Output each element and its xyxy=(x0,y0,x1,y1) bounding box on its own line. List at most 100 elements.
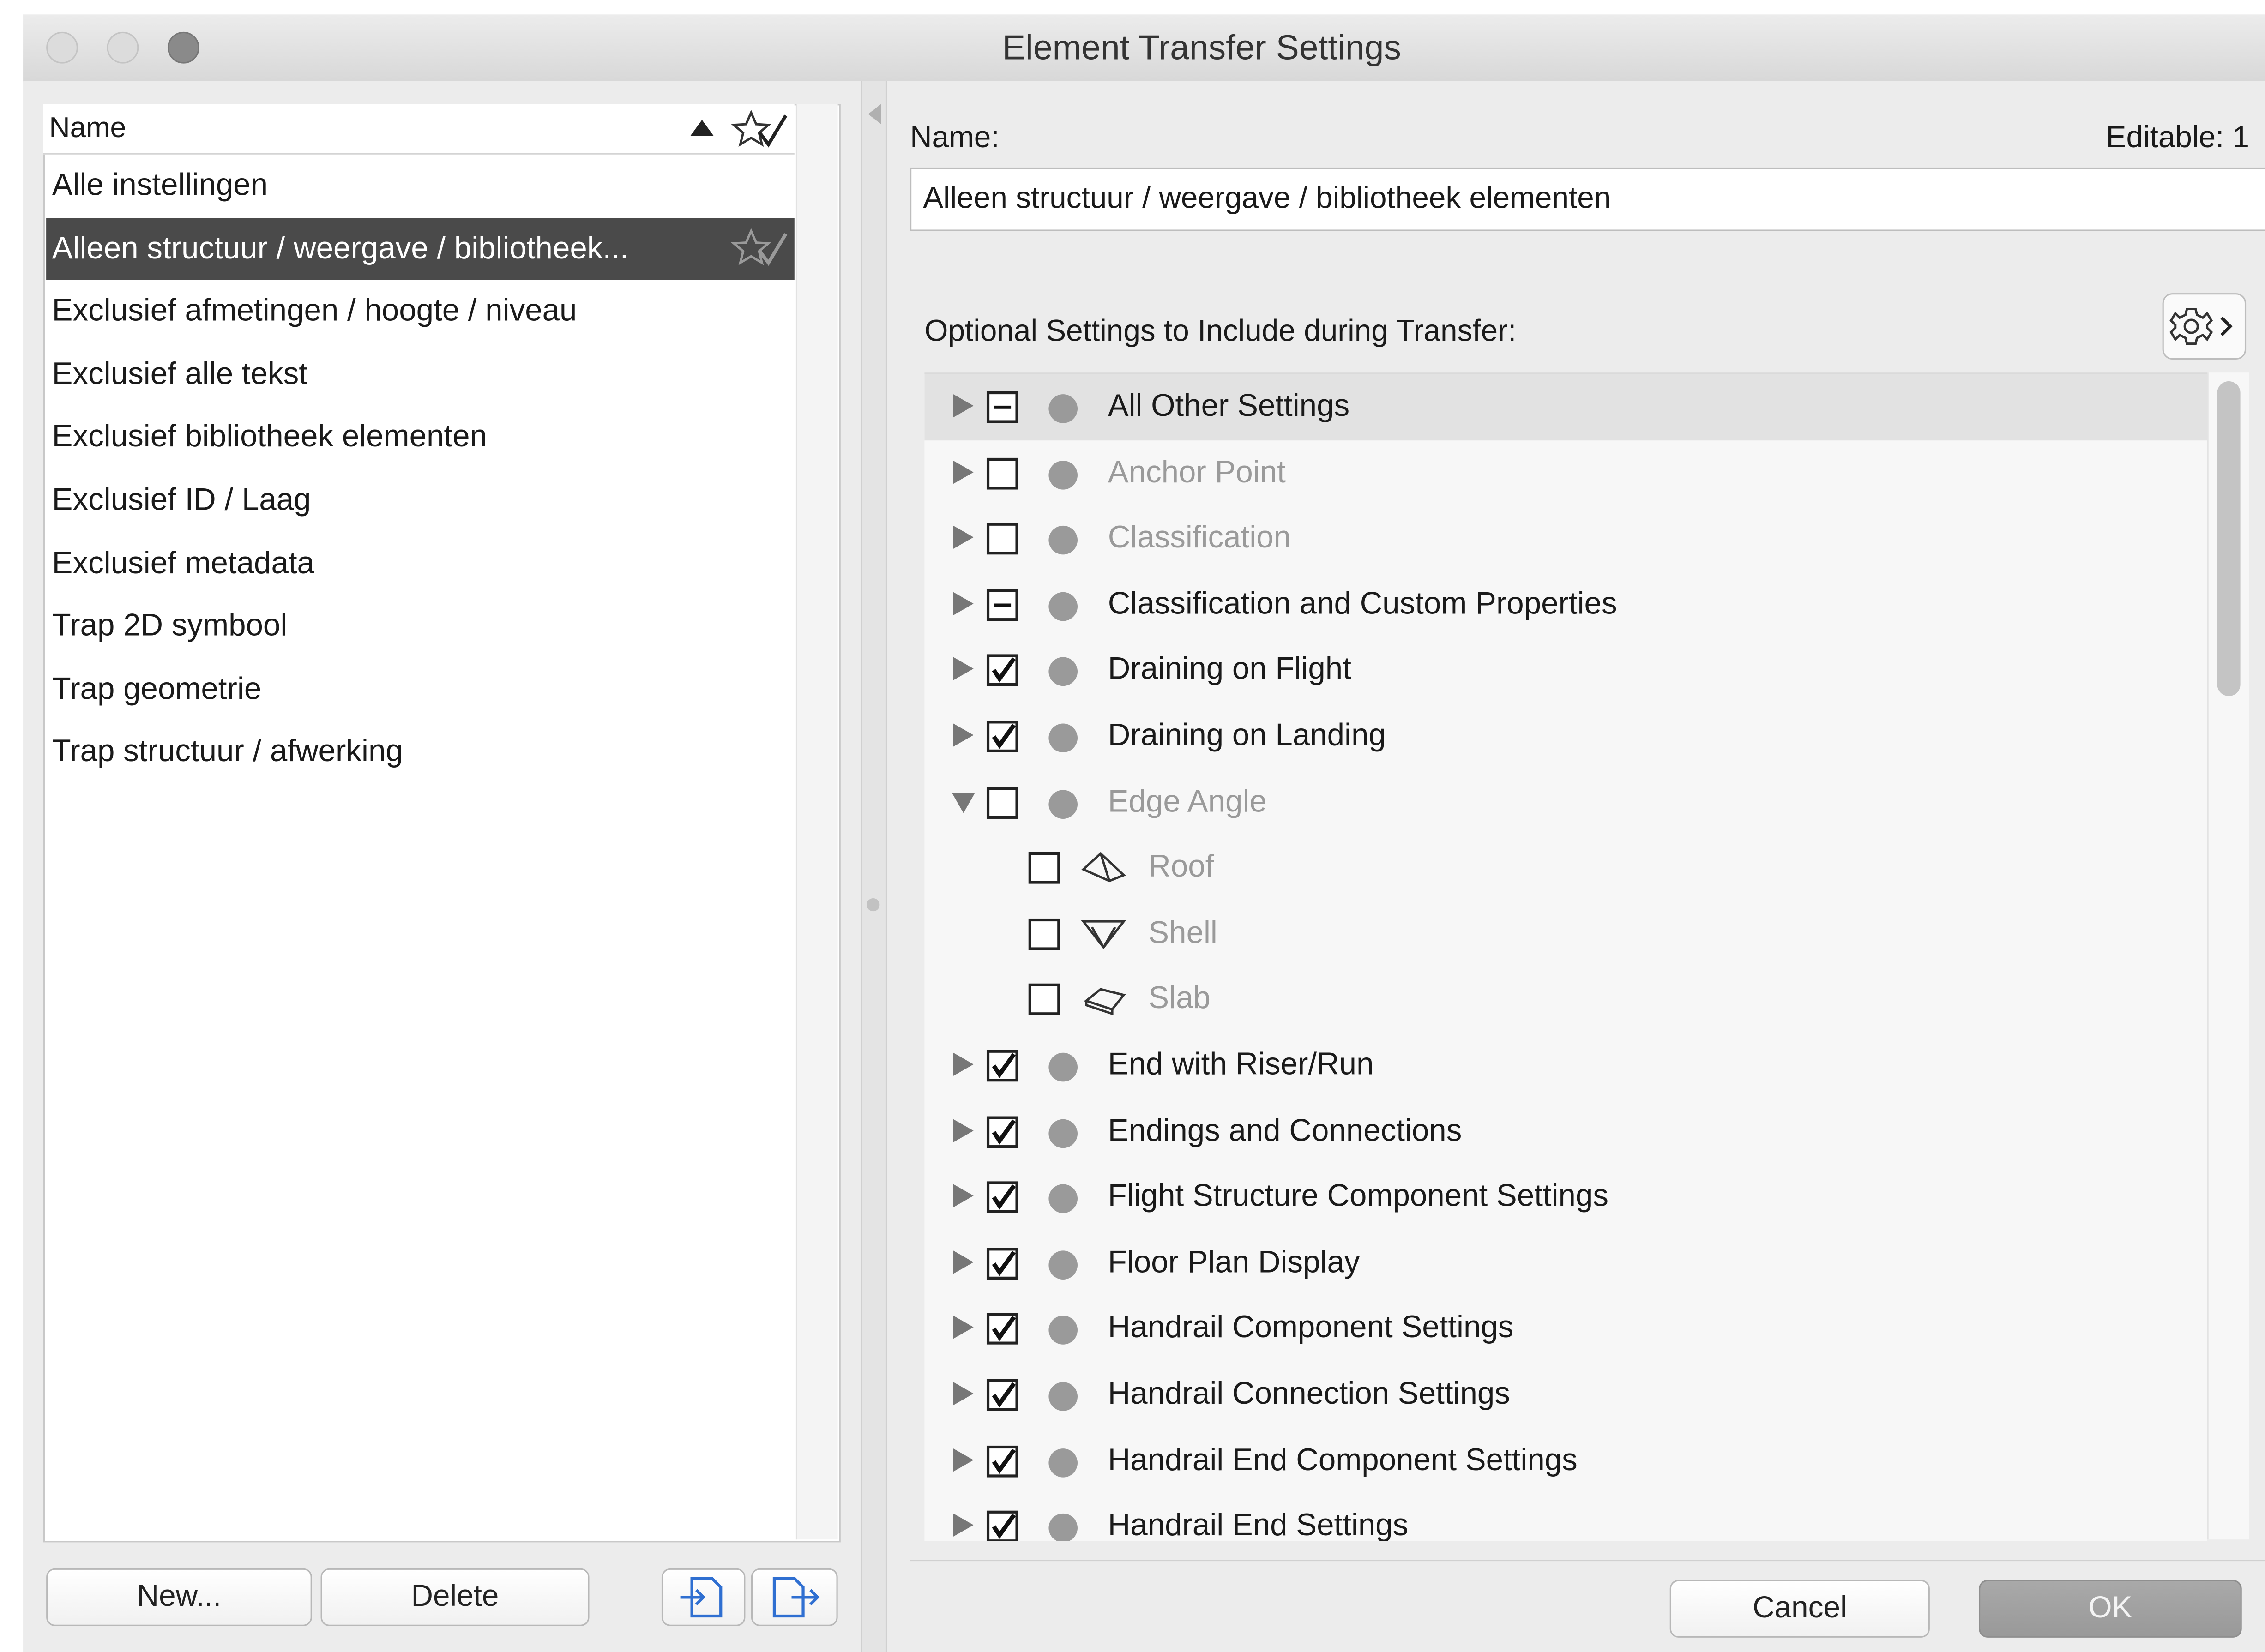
setting-checkbox[interactable] xyxy=(1028,984,1060,1016)
name-label: Name: xyxy=(910,121,1000,155)
preset-name-field[interactable]: Alleen structuur / weergave / bibliothee… xyxy=(910,167,2265,231)
setting-label: End with Riser/Run xyxy=(1108,1047,1374,1082)
setting-checkbox[interactable] xyxy=(986,655,1018,687)
setting-checkbox[interactable] xyxy=(986,1181,1018,1213)
setting-label: Classification and Custom Properties xyxy=(1108,586,1617,621)
setting-checkbox[interactable] xyxy=(986,1313,1018,1346)
export-button[interactable] xyxy=(751,1568,838,1626)
ok-button[interactable]: OK xyxy=(1979,1580,2242,1638)
preset-item[interactable]: Trap 2D symbool xyxy=(46,595,795,658)
status-dot xyxy=(1048,1514,1078,1541)
preset-list-header[interactable]: Name xyxy=(43,104,795,155)
splitter-handle[interactable] xyxy=(867,898,880,912)
disclosure-right-icon[interactable] xyxy=(949,589,978,618)
preset-item[interactable]: Trap geometrie xyxy=(46,658,795,721)
disclosure-right-icon[interactable] xyxy=(949,1511,978,1540)
disclosure-right-icon[interactable] xyxy=(949,457,978,487)
disclosure-down-icon[interactable] xyxy=(949,787,978,816)
setting-checkbox[interactable] xyxy=(986,1247,1018,1280)
status-dot xyxy=(1048,1316,1078,1346)
setting-row[interactable]: Handrail Component Settings xyxy=(924,1296,2207,1362)
setting-checkbox[interactable] xyxy=(986,523,1018,555)
setting-checkbox[interactable] xyxy=(986,1511,1018,1541)
disclosure-right-icon[interactable] xyxy=(949,1248,978,1277)
setting-checkbox[interactable] xyxy=(986,1445,1018,1477)
disclosure-right-icon[interactable] xyxy=(949,1182,978,1211)
disclosure-right-icon[interactable] xyxy=(949,1379,978,1408)
favorite-check-icon[interactable] xyxy=(731,109,789,150)
element-transfer-settings-dialog: Element Transfer Settings Name Alle inst… xyxy=(0,0,2265,1652)
settings-options-button[interactable] xyxy=(2162,293,2247,360)
preset-item[interactable]: Exclusief ID / Laag xyxy=(46,469,795,532)
setting-checkbox[interactable] xyxy=(1028,918,1060,950)
preset-item[interactable]: Trap structuur / afwerking xyxy=(46,721,795,783)
setting-checkbox[interactable] xyxy=(986,589,1018,621)
disclosure-right-icon[interactable] xyxy=(949,655,978,684)
setting-label: Handrail Connection Settings xyxy=(1108,1376,1510,1411)
disclosure-right-icon[interactable] xyxy=(949,523,978,552)
slab-icon xyxy=(1084,988,1126,1016)
setting-row[interactable]: Handrail End Component Settings xyxy=(924,1428,2207,1494)
setting-label: Classification xyxy=(1108,520,1291,555)
setting-row[interactable]: Edge Angle xyxy=(924,769,2207,835)
shell-icon xyxy=(1081,919,1126,949)
setting-label: Handrail End Settings xyxy=(1108,1508,1409,1541)
preset-item[interactable]: Exclusief metadata xyxy=(46,532,795,595)
disclosure-right-icon[interactable] xyxy=(949,1050,978,1079)
setting-row[interactable]: Draining on Landing xyxy=(924,703,2207,769)
preset-list-scrollbar[interactable] xyxy=(795,104,838,1540)
setting-row[interactable]: All Other Settings xyxy=(924,374,2207,440)
sort-ascending-icon[interactable] xyxy=(687,115,717,138)
setting-child-row[interactable]: Slab xyxy=(924,967,2207,1033)
setting-checkbox[interactable] xyxy=(986,786,1018,818)
setting-checkbox[interactable] xyxy=(986,721,1018,753)
cancel-button[interactable]: Cancel xyxy=(1669,1580,1930,1638)
setting-row[interactable]: Floor Plan Display xyxy=(924,1230,2207,1296)
status-dot xyxy=(1048,1118,1078,1148)
disclosure-right-icon[interactable] xyxy=(949,1313,978,1342)
import-button[interactable] xyxy=(661,1568,746,1626)
setting-label: Flight Structure Component Settings xyxy=(1108,1178,1608,1213)
status-dot xyxy=(1048,657,1078,687)
preset-item-label: Exclusief bibliotheek elementen xyxy=(52,419,487,454)
preset-item-label: Exclusief metadata xyxy=(52,545,314,580)
setting-row[interactable]: Classification xyxy=(924,506,2207,572)
status-dot xyxy=(1048,460,1078,489)
preset-item[interactable]: Exclusief alle tekst xyxy=(46,343,795,406)
preset-item[interactable]: Exclusief afmetingen / hoogte / niveau xyxy=(46,281,795,343)
panel-splitter[interactable] xyxy=(861,81,887,1652)
setting-checkbox[interactable] xyxy=(986,391,1018,423)
status-dot xyxy=(1048,1052,1078,1082)
favorite-check-icon[interactable] xyxy=(731,228,789,271)
setting-row[interactable]: Flight Structure Component Settings xyxy=(924,1164,2207,1230)
setting-checkbox[interactable] xyxy=(986,1116,1018,1148)
setting-row[interactable]: End with Riser/Run xyxy=(924,1033,2207,1099)
setting-label: Endings and Connections xyxy=(1108,1112,1462,1148)
disclosure-right-icon[interactable] xyxy=(949,721,978,750)
disclosure-right-icon[interactable] xyxy=(949,1116,978,1145)
preset-item-label: Alle instellingen xyxy=(52,167,268,203)
disclosure-right-icon[interactable] xyxy=(949,1445,978,1474)
preset-item[interactable]: Exclusief bibliotheek elementen xyxy=(46,406,795,469)
preset-item[interactable]: Alle instellingen xyxy=(46,155,795,217)
setting-child-row[interactable]: Roof xyxy=(924,835,2207,901)
setting-row[interactable]: Classification and Custom Properties xyxy=(924,571,2207,637)
setting-row[interactable]: Anchor Point xyxy=(924,440,2207,506)
setting-label: Shell xyxy=(1148,915,1217,950)
import-icon xyxy=(680,1577,723,1618)
new-preset-button[interactable]: New... xyxy=(46,1568,312,1626)
setting-row[interactable]: Handrail End Settings xyxy=(924,1494,2207,1541)
setting-row[interactable]: Handrail Connection Settings xyxy=(924,1362,2207,1428)
setting-checkbox[interactable] xyxy=(1028,852,1060,884)
setting-row[interactable]: Endings and Connections xyxy=(924,1099,2207,1165)
collapse-arrow-icon[interactable] xyxy=(865,101,883,127)
setting-row[interactable]: Draining on Flight xyxy=(924,637,2207,703)
setting-checkbox[interactable] xyxy=(986,1050,1018,1082)
settings-tree-scroll-thumb[interactable] xyxy=(2217,381,2241,697)
delete-preset-button[interactable]: Delete xyxy=(320,1568,590,1626)
preset-item[interactable]: Alleen structuur / weergave / bibliothee… xyxy=(46,217,795,280)
setting-checkbox[interactable] xyxy=(986,457,1018,489)
setting-checkbox[interactable] xyxy=(986,1379,1018,1411)
setting-child-row[interactable]: Shell xyxy=(924,901,2207,967)
disclosure-right-icon[interactable] xyxy=(949,391,978,421)
